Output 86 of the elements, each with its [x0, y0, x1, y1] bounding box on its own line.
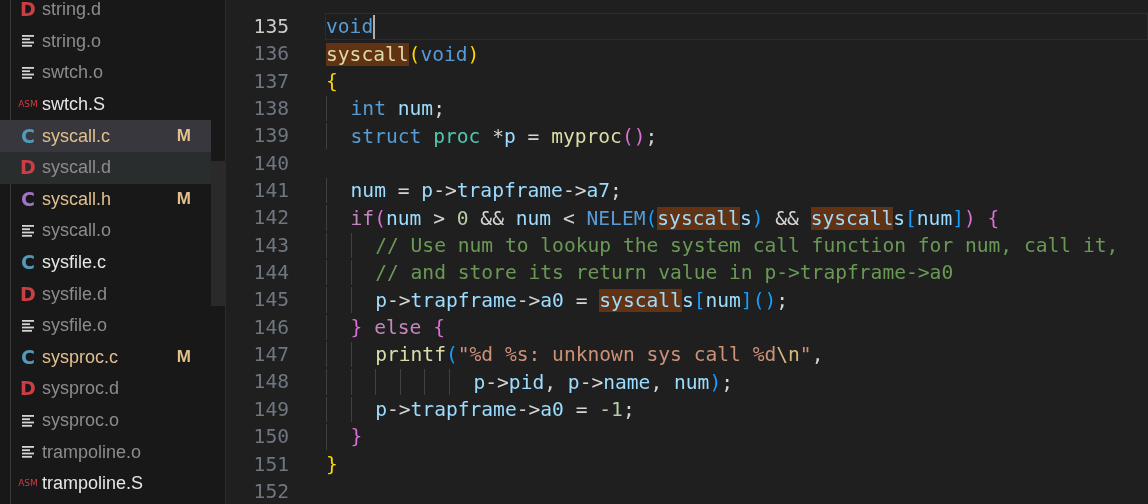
file-name: sysfile.o — [42, 315, 109, 337]
text-lines-icon — [21, 66, 35, 80]
line-number: 144 — [252, 260, 290, 287]
code-line: { — [326, 68, 338, 95]
file-name: sysfile.c — [42, 252, 107, 274]
file-name: syscall.c — [42, 125, 111, 147]
code-line: // Use num to lookup the system call function for num, call it, — [375, 232, 1119, 259]
file-type-icon: C — [21, 253, 35, 273]
file-name: syscall.d — [42, 157, 113, 179]
file-type-icon: D — [20, 379, 36, 399]
file-item[interactable]: D syscall.d — [0, 151, 211, 184]
code-line: syscall(void) — [326, 41, 480, 68]
file-item[interactable]: C syscall.c M — [0, 120, 211, 152]
file-type-icon: D — [20, 158, 36, 178]
file-name: sysproc.c — [42, 346, 120, 368]
code-line: } — [326, 451, 338, 478]
text-lines-icon — [21, 223, 35, 238]
file-name: string.o — [42, 30, 103, 52]
text-lines-icon — [21, 34, 35, 49]
line-number: 147 — [252, 342, 290, 369]
code-line: } — [350, 424, 363, 451]
text-lines-icon — [21, 445, 35, 460]
text-lines-icon — [21, 318, 35, 333]
line-number: 135 — [252, 14, 290, 40]
file-item[interactable]: C sysfile.c — [0, 246, 211, 279]
file-item[interactable]: syscall.o — [0, 215, 211, 247]
file-type-icon: D — [20, 0, 36, 20]
code-line: p->trapframe->a0 = syscall s[num](); — [375, 287, 789, 314]
line-number: 136 — [252, 41, 290, 68]
file-item[interactable]: C sysproc.c M — [0, 341, 211, 374]
code-line: p->pid, p->name, num); — [473, 369, 733, 396]
file-name: trampoline.S — [42, 473, 145, 495]
file-item[interactable]: D sysproc.d — [0, 373, 211, 405]
code-line: p->trapframe->a0 = -1; — [375, 397, 635, 423]
line-number: 142 — [252, 205, 290, 232]
code-line: } else { — [350, 314, 445, 341]
file-name: sysfile.d — [42, 283, 109, 305]
file-type-icon: C — [21, 189, 35, 209]
line-number: 149 — [252, 396, 290, 423]
line-number: 150 — [252, 424, 290, 451]
file-item[interactable]: swtch.o — [0, 57, 211, 89]
file-item[interactable]: sysproc.o — [0, 404, 211, 437]
git-status-letter: M — [176, 189, 191, 210]
git-status-letter: M — [176, 347, 191, 368]
line-number: 152 — [252, 478, 290, 504]
line-number: 145 — [252, 287, 290, 314]
file-name: swtch.S — [42, 94, 107, 116]
code-line: void — [326, 14, 374, 41]
file-item[interactable]: ASM trampoline.S — [0, 467, 211, 500]
file-type-icon: ASM — [18, 100, 38, 110]
file-type-icon: C — [21, 347, 35, 367]
line-number: 143 — [252, 232, 290, 259]
text-lines-icon — [21, 413, 35, 428]
code-line: // and store its return value in p->trapframe->a0 — [375, 260, 954, 287]
file-item[interactable]: D sysfile.d — [0, 278, 211, 310]
file-item[interactable]: ASM swtch.S — [0, 88, 211, 121]
line-number: 139 — [252, 123, 290, 150]
file-name: swtch.o — [42, 62, 105, 84]
text-cursor — [373, 14, 376, 39]
file-name: sysproc.o — [42, 410, 121, 431]
code-line: struct proc *p = myproc(); — [350, 123, 658, 150]
line-number: 141 — [252, 178, 290, 205]
file-name: syscall.o — [42, 220, 113, 242]
line-number: 146 — [252, 314, 290, 341]
line-number: 148 — [252, 369, 290, 396]
file-item[interactable]: C syscall.h M — [0, 183, 211, 216]
file-type-icon: D — [20, 284, 36, 304]
code-line: if(num > 0 && num < NELEM(syscall s) && syscalls[num]) { — [350, 205, 1000, 232]
line-number: 151 — [252, 451, 290, 478]
file-name: sysproc.d — [42, 378, 121, 400]
git-status-letter: M — [176, 126, 191, 147]
file-type-icon: C — [21, 126, 35, 146]
file-type-icon: ASM — [18, 479, 38, 489]
file-item[interactable]: D string.d — [0, 0, 211, 26]
line-number: 137 — [252, 68, 290, 95]
code-line: num = p->trapframe->a7; — [350, 178, 622, 205]
file-item[interactable]: string.o — [0, 25, 211, 58]
line-number: 140 — [252, 150, 290, 177]
file-item[interactable]: trampoline.o — [0, 436, 211, 468]
file-name: syscall.h — [42, 188, 113, 210]
code-line: printf("%d %s: unknown sys call %d\n", — [375, 342, 824, 369]
code-line: int num; — [350, 96, 445, 123]
file-name: trampoline.o — [42, 441, 143, 463]
line-number: 138 — [252, 96, 290, 123]
file-item[interactable]: sysfile.o — [0, 309, 211, 342]
file-name: string.d — [42, 0, 103, 21]
